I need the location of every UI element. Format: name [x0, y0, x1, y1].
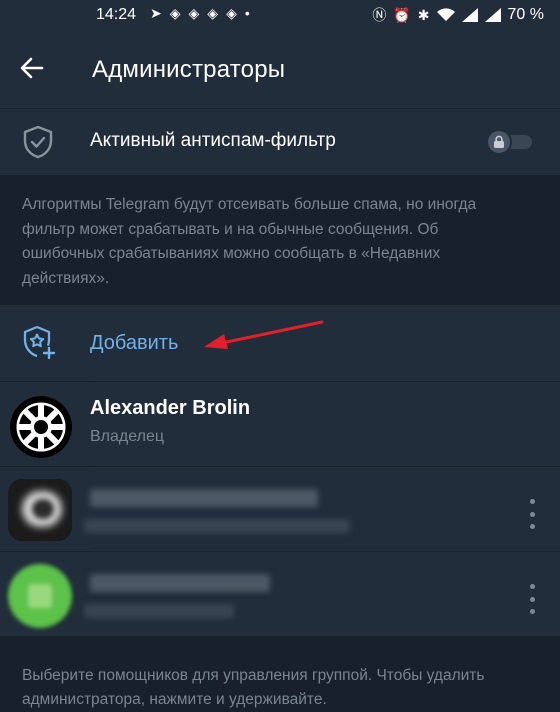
blurred-role: [84, 604, 234, 618]
add-admin-label: Добавить: [90, 332, 179, 354]
annotation-arrow-icon: [204, 320, 324, 349]
cloud-icon: ◈: [207, 5, 219, 21]
antispam-switch[interactable]: [486, 129, 534, 155]
switch-knob: [486, 129, 512, 155]
dot-icon: [529, 499, 535, 504]
signal-icon: [484, 8, 501, 22]
battery-level: 70 %: [507, 6, 544, 23]
nfc-icon: Ⓝ: [372, 7, 387, 23]
member-name: Alexander Brolin: [90, 397, 251, 419]
footer-hint-text: Выберите помощников для управления групп…: [22, 667, 485, 708]
member-row-blurred[interactable]: [0, 552, 560, 636]
avatar: [10, 396, 72, 458]
alarm-icon: ⏰: [393, 6, 411, 23]
app-bar: Администраторы: [0, 30, 560, 108]
cloud-icon: ◈: [169, 5, 181, 21]
admins-description: Выберите помощников для управления групп…: [0, 646, 560, 708]
status-time: 14:24: [96, 6, 137, 23]
shield-star-add-icon: [23, 325, 56, 360]
shield-check-icon: [23, 125, 53, 159]
status-bar: 14:24 ➤ ◈ ◈ ◈ ◈ • Ⓝ ⏰ ✱ 70 %: [0, 0, 560, 30]
wifi-icon: [436, 8, 455, 21]
dot-icon: [529, 609, 535, 614]
system-icons: Ⓝ ⏰ ✱ 70 %: [372, 5, 544, 25]
avatar: [8, 564, 72, 628]
signal-icon: [461, 8, 478, 22]
antispam-label: Активный антиспам-фильтр: [90, 130, 336, 151]
bluetooth-icon: ✱: [417, 6, 430, 23]
dot-icon: •: [244, 5, 250, 21]
more-options-button[interactable]: [524, 584, 540, 614]
cloud-icon: ◈: [188, 5, 200, 21]
member-row-blurred[interactable]: [0, 467, 560, 551]
page-title: Администраторы: [92, 56, 286, 83]
blurred-name: [90, 489, 318, 507]
antispam-toggle-row[interactable]: Активный антиспам-фильтр: [0, 108, 560, 175]
more-options-button[interactable]: [524, 499, 540, 529]
lock-icon: [494, 135, 504, 148]
cloud-icon: ◈: [226, 5, 237, 21]
notification-icons: ➤ ◈ ◈ ◈ ◈ •: [150, 5, 250, 22]
antispam-description: Алгоритмы Telegram будут отсеивать больш…: [0, 175, 560, 305]
avatar: [8, 479, 72, 541]
member-row-owner[interactable]: Alexander Brolin Владелец: [0, 382, 560, 466]
dot-icon: [529, 584, 535, 589]
arrow-left-icon: [20, 57, 44, 79]
antispam-hint-text: Алгоритмы Telegram будут отсеивать больш…: [22, 196, 477, 287]
empire-emblem-icon: [10, 396, 72, 458]
member-role: Владелец: [90, 428, 165, 445]
telegram-icon: ➤: [150, 5, 162, 21]
blurred-role: [84, 519, 350, 533]
blurred-name: [90, 574, 270, 592]
dot-icon: [529, 511, 535, 517]
dot-icon: [529, 596, 535, 602]
back-button[interactable]: [16, 50, 48, 86]
dot-icon: [529, 524, 535, 529]
